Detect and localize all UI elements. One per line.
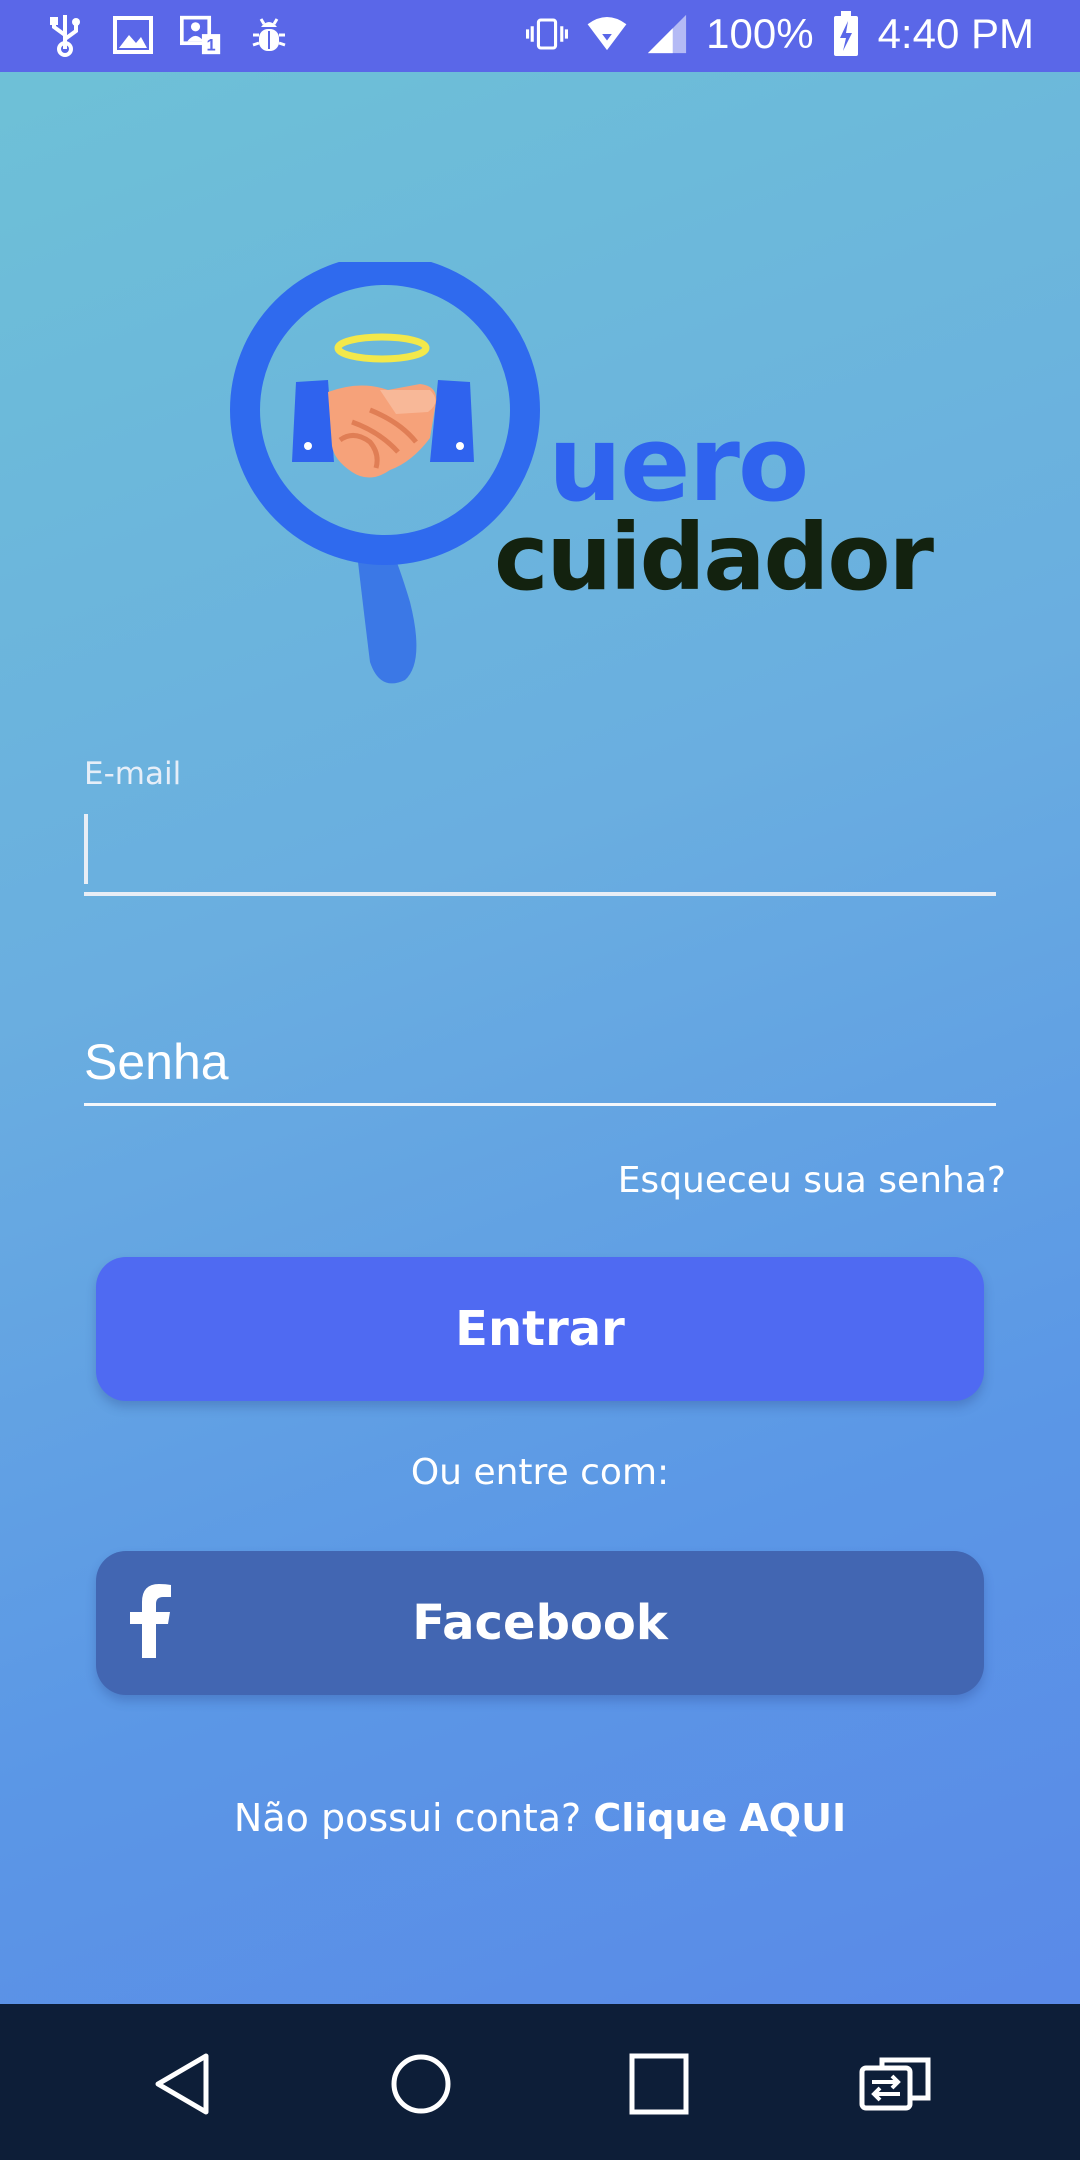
vibrate-icon bbox=[526, 11, 569, 57]
back-icon[interactable] bbox=[150, 2052, 220, 2116]
password-field[interactable] bbox=[84, 1020, 996, 1106]
battery-percent: 100% bbox=[706, 10, 814, 57]
signup-prompt: Não possui conta? Clique AQUI bbox=[0, 1796, 1080, 1840]
bug-icon bbox=[248, 12, 290, 58]
signal-icon bbox=[646, 11, 688, 57]
login-button-label: Entrar bbox=[455, 1301, 625, 1357]
svg-text:1: 1 bbox=[206, 37, 215, 55]
facebook-icon bbox=[128, 1584, 172, 1658]
logo-text-uero: uero bbox=[548, 403, 809, 525]
recents-icon[interactable] bbox=[624, 2052, 694, 2116]
navigation-bar bbox=[0, 2004, 1080, 2160]
facebook-button-label: Facebook bbox=[412, 1595, 668, 1651]
clock: 4:40 PM bbox=[877, 10, 1034, 57]
logo-text-cuidador: cuidador bbox=[494, 504, 934, 611]
app-logo: uero cuidador bbox=[230, 262, 934, 692]
text-cursor bbox=[84, 814, 88, 884]
image-icon bbox=[112, 12, 154, 58]
status-bar: 1 100% 4:40 PM bbox=[0, 0, 1080, 72]
login-button[interactable]: Entrar bbox=[96, 1257, 984, 1401]
wifi-icon bbox=[586, 11, 628, 57]
email-label: E-mail bbox=[84, 756, 182, 792]
signup-link-clique[interactable]: Clique bbox=[593, 1796, 727, 1840]
or-divider-text: Ou entre com: bbox=[410, 1452, 670, 1493]
usb-icon bbox=[44, 12, 86, 58]
signup-question: Não possui conta? bbox=[233, 1796, 582, 1840]
signup-link-aqui[interactable]: AQUI bbox=[739, 1796, 846, 1840]
home-icon[interactable] bbox=[386, 2052, 456, 2116]
notification-icon: 1 bbox=[180, 12, 222, 58]
battery-icon bbox=[832, 11, 860, 57]
facebook-login-button[interactable]: Facebook bbox=[96, 1551, 984, 1695]
switch-icon[interactable] bbox=[858, 2052, 931, 2116]
email-field[interactable] bbox=[84, 800, 996, 896]
forgot-password-link[interactable]: Esqueceu sua senha? bbox=[618, 1160, 1006, 1201]
